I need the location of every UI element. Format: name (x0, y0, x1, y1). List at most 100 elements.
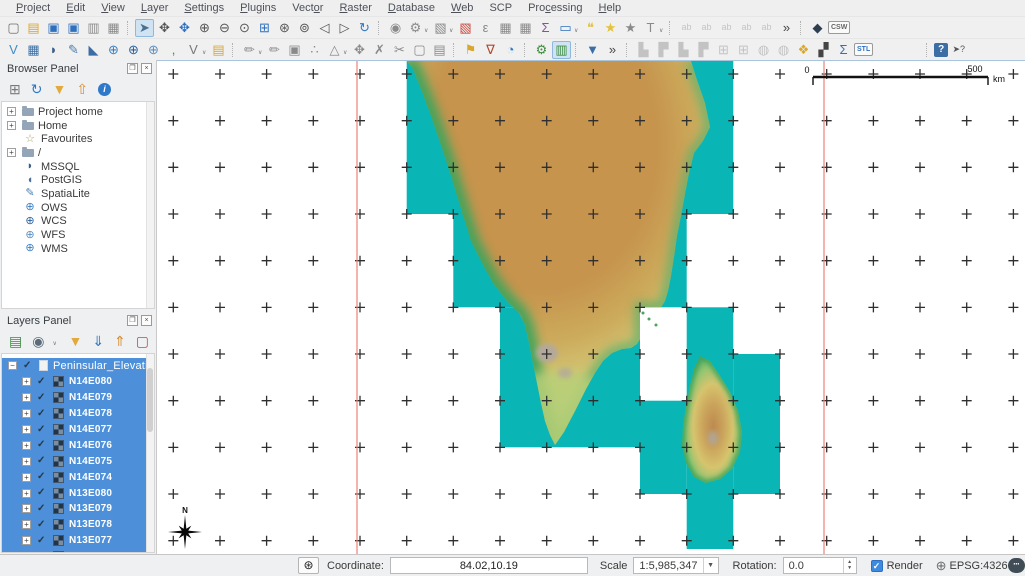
menu-edit[interactable]: Edit (58, 2, 93, 14)
add-virtual-layer-icon-dropdown[interactable]: ∨ (202, 49, 208, 56)
expand-icon[interactable]: + (22, 536, 31, 545)
show-bookmarks-icon[interactable]: ★ (621, 19, 640, 37)
zoom-to-layer-icon[interactable]: ⊚ (295, 19, 314, 37)
browser-item-mssql[interactable]: ◗MSSQL (2, 160, 154, 174)
map-tips-icon[interactable]: ❝ (581, 19, 600, 37)
layout-manager-icon[interactable]: ▦ (104, 19, 123, 37)
osm-place-search-icon[interactable]: ⚑ (461, 41, 480, 59)
expand-icon[interactable]: + (22, 504, 31, 513)
layer-checkbox[interactable]: ✓ (37, 409, 47, 419)
layers-float-button[interactable]: ❐ (127, 315, 138, 326)
menu-plugins[interactable]: Plugins (232, 2, 284, 14)
filter-legend-icon[interactable]: ▼ (68, 334, 82, 348)
render-checkbox[interactable]: ✓ (871, 560, 883, 572)
browser-item-wms[interactable]: ⊕WMS (2, 242, 154, 256)
zoom-full-icon[interactable]: ⊞ (255, 19, 274, 37)
add-spatialite-layer-icon[interactable]: ✎ (64, 41, 83, 59)
save-project-as-icon[interactable]: ▣ (64, 19, 83, 37)
zoom-next-icon[interactable]: ▷ (335, 19, 354, 37)
pan-map-icon[interactable]: ✥ (155, 19, 174, 37)
metasearch-csw-icon[interactable]: CSW (828, 21, 850, 34)
expand-icon[interactable]: + (7, 148, 16, 157)
layer-row-n14e080[interactable]: +✓N14E080 (2, 374, 154, 390)
scp-band-processing-icon[interactable]: ▞ (814, 41, 833, 59)
layer-checkbox[interactable]: ✓ (37, 472, 47, 482)
rotation-spin-arrows[interactable]: ▲▼ (843, 558, 856, 573)
expand-icon[interactable]: + (22, 393, 31, 402)
add-arcgis-layer-icon[interactable]: ⊕ (124, 41, 143, 59)
browser-item-postgis[interactable]: ◖PostGIS (2, 173, 154, 187)
browser-float-button[interactable]: ❐ (127, 63, 138, 74)
layer-checkbox[interactable]: ✓ (37, 488, 47, 498)
expand-icon[interactable]: + (22, 457, 31, 466)
add-delimited-text-icon[interactable]: , (164, 41, 183, 59)
select-by-expression-icon[interactable]: ε (476, 19, 495, 37)
menu-project[interactable]: Project (8, 2, 58, 14)
coordinate-input[interactable] (390, 557, 588, 574)
layer-row-n14e075[interactable]: +✓N14E075 (2, 453, 154, 469)
zoom-native-icon[interactable]: ⊙ (235, 19, 254, 37)
open-layer-styling-icon[interactable]: ▤ (9, 334, 22, 348)
browser-item--[interactable]: +/ (2, 146, 154, 160)
help-contents-icon[interactable]: ? (934, 43, 948, 57)
layer-row-n14e078[interactable]: +✓N14E078 (2, 406, 154, 422)
zoom-in-icon[interactable]: ⊕ (195, 19, 214, 37)
collapse-all-layers-icon[interactable]: ⇑ (114, 334, 126, 348)
run-feature-action-icon[interactable]: ⚙ (406, 19, 425, 37)
save-layer-edits-icon[interactable]: ▣ (285, 41, 304, 59)
vertex-tool-icon-dropdown[interactable]: ∨ (343, 49, 349, 56)
refresh-map-icon[interactable]: ↻ (355, 19, 374, 37)
expand-icon[interactable]: + (22, 489, 31, 498)
add-mssql-layer-icon[interactable]: ◗ (44, 41, 63, 59)
collapse-all-icon[interactable]: ⇧ (76, 82, 88, 96)
layer-row-n14e079[interactable]: +✓N14E079 (2, 390, 154, 406)
select-features-icon[interactable]: ▧ (431, 19, 450, 37)
pinned-labels-icon[interactable]: ab (757, 19, 776, 37)
paste-features-icon[interactable]: ▤ (430, 41, 449, 59)
current-edits-icon-dropdown[interactable]: ∨ (258, 49, 264, 56)
open-project-icon[interactable]: ▤ (24, 19, 43, 37)
delete-selected-icon[interactable]: ✗ (370, 41, 389, 59)
zoom-out-icon[interactable]: ⊖ (215, 19, 234, 37)
identify-features-icon[interactable]: ◉ (386, 19, 405, 37)
menu-processing[interactable]: Processing (520, 2, 590, 14)
zoom-last-icon[interactable]: ◁ (315, 19, 334, 37)
layer-row-n13e079[interactable]: +✓N13E079 (2, 501, 154, 517)
layer-checkbox[interactable]: ✓ (37, 504, 47, 514)
measure-line-icon[interactable]: ▭ (556, 19, 575, 37)
refresh-browser-icon[interactable]: ↻ (31, 82, 43, 96)
layer-checkbox[interactable]: ✓ (37, 456, 47, 466)
browser-close-button[interactable]: × (141, 63, 152, 74)
menu-help[interactable]: Help (590, 2, 629, 14)
remove-layer-icon[interactable]: ▢ (136, 334, 149, 348)
layers-scrollbar[interactable] (146, 354, 154, 552)
layer-group-row[interactable]: −✓Peninsular_Elevation (2, 358, 154, 374)
measure-line-icon-dropdown[interactable]: ∨ (574, 27, 580, 34)
layer-row-n14e077[interactable]: +✓N14E077 (2, 422, 154, 438)
add-raster-layer-icon[interactable]: ▦ (24, 41, 43, 59)
pan-to-selection-icon[interactable]: ✥ (175, 19, 194, 37)
expand-icon[interactable]: + (22, 473, 31, 482)
menu-database[interactable]: Database (380, 2, 443, 14)
layer-row-n14e074[interactable]: +✓N14E074 (2, 469, 154, 485)
vertex-tool-icon[interactable]: △ (325, 41, 344, 59)
add-vector-layer-icon[interactable]: V (4, 41, 23, 59)
expand-icon[interactable]: + (22, 441, 31, 450)
scp-preview-2-icon[interactable]: ◍ (774, 41, 793, 59)
expand-icon[interactable]: + (7, 121, 16, 130)
processing-toolbox-icon[interactable]: ⚙ (532, 41, 551, 59)
scp-band-set-icon[interactable]: ❖ (794, 41, 813, 59)
browser-item-wcs[interactable]: ⊕WCS (2, 215, 154, 229)
manage-map-themes-icon-dropdown[interactable]: ∨ (52, 340, 58, 347)
toggle-editing-icon[interactable]: ✏ (265, 41, 284, 59)
menu-settings[interactable]: Settings (176, 2, 232, 14)
toolbar-overflow-icon[interactable]: » (777, 19, 796, 37)
menu-web[interactable]: Web (443, 2, 481, 14)
expand-icon[interactable]: + (22, 377, 31, 386)
scp-signature-icon[interactable]: ▙ (674, 41, 693, 59)
scp-classification-icon[interactable]: ⊞ (714, 41, 733, 59)
expand-icon[interactable]: + (7, 107, 16, 116)
statistical-summary-icon[interactable]: Σ (536, 19, 555, 37)
toolbar-overflow-2-icon[interactable]: » (603, 41, 622, 59)
browser-item-project-home[interactable]: +Project home (2, 105, 154, 119)
